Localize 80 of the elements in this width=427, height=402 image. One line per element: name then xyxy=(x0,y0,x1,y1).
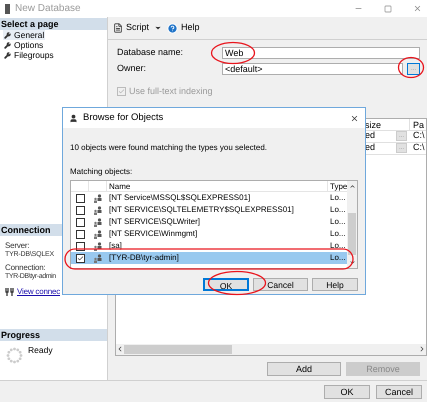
table-cell-text: C:\ xyxy=(412,141,425,154)
database-name-label: Database name: xyxy=(117,46,184,60)
object-name: [NT SERVICE\Winmgmt] xyxy=(108,228,198,240)
wrench-icon xyxy=(4,42,11,48)
owner-field[interactable]: <default> xyxy=(222,63,403,75)
scroll-left-icon[interactable] xyxy=(116,345,124,353)
list-label: Matching objects: xyxy=(70,166,134,178)
section-header: Connection xyxy=(0,224,62,236)
column-header: Name xyxy=(107,181,328,191)
user-icon xyxy=(69,114,78,122)
dialog-button[interactable]: Cancel xyxy=(376,384,422,398)
scrollbar-thumb[interactable] xyxy=(124,344,232,354)
dialog-button[interactable]: OK xyxy=(203,278,249,291)
object-checkbox[interactable] xyxy=(76,194,84,202)
page-item[interactable]: General xyxy=(3,30,46,40)
object-type: Lo... xyxy=(329,216,346,228)
object-checkbox[interactable] xyxy=(76,206,84,214)
users-icon xyxy=(93,206,103,214)
users-icon xyxy=(93,194,103,202)
object-row[interactable]: [NT SERVICE\Winmgmt] Lo... xyxy=(71,228,348,240)
users-icon xyxy=(93,242,103,250)
view-connection-link[interactable]: View connec xyxy=(17,287,60,296)
object-name: [NT Service\MSSQL$SQLEXPRESS01] xyxy=(108,192,252,204)
users-icon xyxy=(93,218,103,226)
column-header: Pa xyxy=(412,118,424,130)
help-icon xyxy=(167,22,178,34)
object-checkbox[interactable] xyxy=(76,218,84,226)
dropdown-icon[interactable] xyxy=(154,24,162,32)
object-type: Lo... xyxy=(329,228,346,240)
object-row[interactable]: [TYR-DB\tyr-admin] Lo... xyxy=(71,252,348,264)
object-type: Lo... xyxy=(329,240,346,252)
dialog-button[interactable]: Help xyxy=(312,278,358,291)
table-cell-text: C:\ xyxy=(412,129,425,142)
page-item[interactable]: Options xyxy=(3,40,44,50)
column-header: Type xyxy=(329,181,348,191)
wrench-icon xyxy=(4,52,11,58)
result-message: 10 objects were found matching the types you selected. xyxy=(70,142,268,154)
object-row[interactable]: [NT SERVICE\SQLTELEMETRY$SQLEXPRESS01] Lo... xyxy=(71,204,348,216)
scroll-down-icon[interactable] xyxy=(348,259,356,266)
object-row[interactable]: [NT SERVICE\SQLWriter] Lo... xyxy=(71,216,348,228)
object-name: [NT SERVICE\SQLWriter] xyxy=(108,216,201,228)
fulltext-label: Use full-text indexing xyxy=(129,85,213,98)
dialog-button[interactable]: OK xyxy=(324,384,370,398)
close-icon[interactable] xyxy=(350,114,359,122)
object-type: Lo... xyxy=(329,192,346,204)
page-item[interactable]: Filegroups xyxy=(3,50,55,60)
server-label: Server: xyxy=(5,241,30,250)
database-icon xyxy=(5,4,10,14)
database-name-field[interactable]: Web xyxy=(222,47,420,59)
object-row[interactable]: [NT Service\MSSQL$SQLEXPRESS01] Lo... xyxy=(71,192,348,204)
section-header: Select a page xyxy=(0,18,107,30)
object-name: [NT SERVICE\SQLTELEMETRY$SQLEXPRESS01] xyxy=(108,204,295,216)
object-checkbox[interactable] xyxy=(76,254,84,262)
script-button[interactable]: Script xyxy=(111,21,152,35)
script-icon xyxy=(113,23,123,33)
dialog-button[interactable]: Cancel xyxy=(253,278,308,291)
wrench-icon xyxy=(4,32,11,38)
scroll-up-icon[interactable] xyxy=(348,183,356,190)
object-type: Lo... xyxy=(329,204,346,216)
scroll-right-icon[interactable] xyxy=(418,345,426,353)
help-button[interactable]: Help xyxy=(165,21,202,35)
window-title: New Database xyxy=(15,2,81,16)
annotation-circle xyxy=(397,56,425,79)
object-type: Lo... xyxy=(329,252,346,264)
owner-label: Owner: xyxy=(117,62,148,76)
connection-label: Connection: xyxy=(5,263,46,272)
dialog-title: Browse for Objects xyxy=(83,110,164,125)
progress-status: Ready xyxy=(28,344,53,357)
users-icon xyxy=(93,230,103,238)
object-name: [TYR-DB\tyr-admin] xyxy=(108,252,180,264)
annotation-circle xyxy=(210,41,256,65)
spinner-icon xyxy=(6,347,23,364)
users-icon xyxy=(93,254,103,262)
section-header: Progress xyxy=(0,329,107,341)
annotation-circle xyxy=(207,270,267,296)
object-checkbox[interactable] xyxy=(76,230,84,238)
horizontal-scrollbar[interactable] xyxy=(116,344,426,354)
scrollbar-thumb[interactable] xyxy=(348,213,356,255)
vertical-scrollbar[interactable] xyxy=(347,181,357,268)
grid-action-button[interactable]: Add xyxy=(267,362,341,376)
